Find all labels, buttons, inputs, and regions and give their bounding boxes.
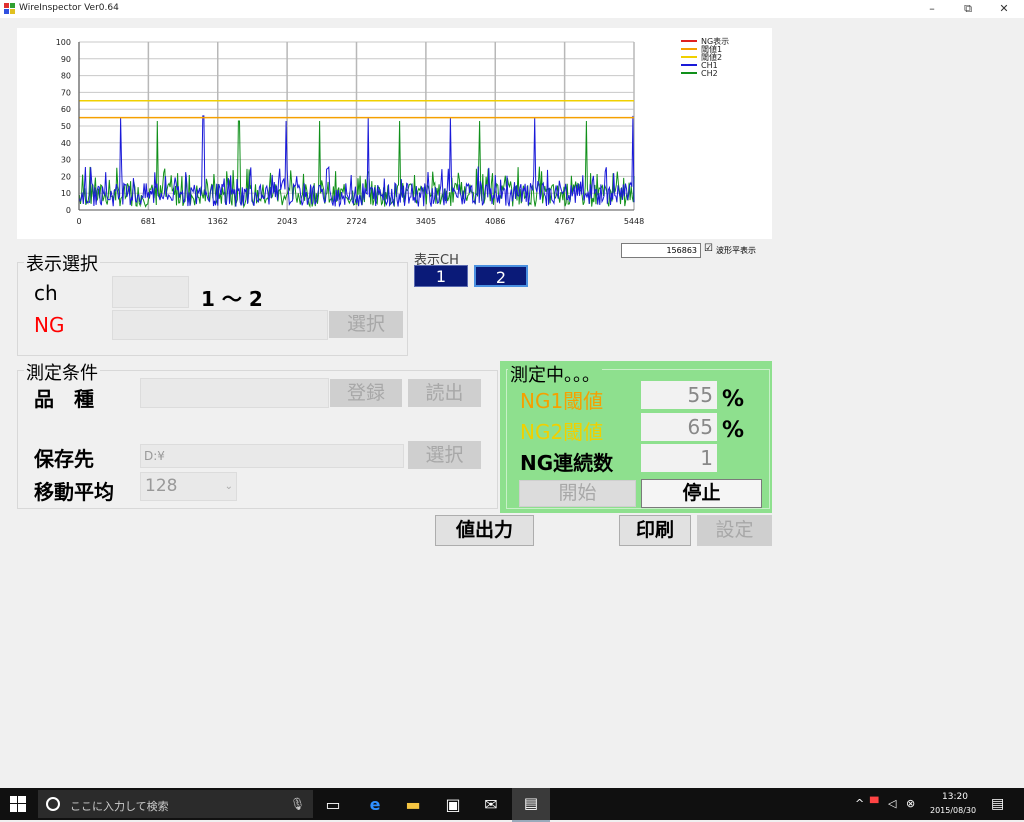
y-tick-label: 90 (61, 55, 71, 64)
product-label: 品 種 (34, 387, 94, 411)
display-select-title: 表示選択 (24, 250, 100, 276)
x-tick-label: 1362 (208, 217, 228, 226)
store-icon[interactable]: ▣ (442, 794, 464, 816)
ch-input[interactable] (112, 276, 189, 308)
start-button[interactable]: 開始 (519, 480, 636, 507)
y-tick-label: 40 (61, 139, 71, 148)
moving-average-label: 移動平均 (34, 480, 114, 504)
ch2-toggle-button[interactable]: 2 (474, 265, 528, 287)
ng-input[interactable] (112, 310, 328, 340)
minimize-button[interactable]: – (914, 0, 950, 18)
ng1-threshold-label: NG1閾値 (520, 389, 604, 413)
y-tick-label: 0 (66, 206, 71, 215)
waveform-checkbox-label: 波形平表示 (716, 246, 756, 255)
ng1-threshold-input[interactable]: 55 (641, 381, 717, 409)
taskbar-time[interactable]: 13:20 (942, 792, 968, 802)
ng1-unit: % (722, 387, 745, 412)
mail-icon[interactable]: ✉ (480, 794, 502, 816)
windows-start-icon[interactable] (10, 796, 26, 812)
ng2-threshold-label: NG2閾値 (520, 420, 604, 444)
x-tick-label: 2043 (277, 217, 297, 226)
save-path-input[interactable]: D:¥ (140, 444, 404, 468)
y-tick-label: 30 (61, 156, 71, 165)
stop-button[interactable]: 停止 (641, 479, 762, 508)
edge-browser-icon[interactable]: e (364, 794, 386, 816)
ng-label: NG (34, 313, 65, 337)
tray-volume-icon[interactable]: ◁ (888, 797, 896, 810)
y-tick-label: 60 (61, 105, 71, 114)
x-tick-label: 5448 (624, 217, 644, 226)
maximize-button[interactable]: ⧉ (950, 0, 986, 18)
y-tick-label: 20 (61, 172, 71, 181)
measure-conditions-title: 測定条件 (24, 359, 100, 385)
save-path-select-button[interactable]: 選択 (408, 441, 481, 469)
measuring-panel: 測定中。。。 NG1閾値 55 % NG2閾値 65 % NG連続数 1 開始 … (500, 361, 772, 513)
value-output-button[interactable]: 値出力 (435, 515, 534, 546)
task-view-icon[interactable]: ▭ (322, 794, 344, 816)
measuring-title: 測定中。。。 (508, 361, 602, 387)
x-tick-label: 3405 (416, 217, 436, 226)
title-bar: WireInspector Ver0.64 – ⧉ ✕ (0, 0, 1024, 18)
ng-consecutive-input[interactable]: 1 (641, 444, 717, 472)
ng-select-button[interactable]: 選択 (329, 311, 403, 338)
tray-chevron-icon[interactable]: ^ (855, 797, 864, 810)
y-tick-label: 70 (61, 88, 71, 97)
ng2-unit: % (722, 418, 745, 443)
microphone-icon: 🎙 (290, 797, 306, 811)
wireinspector-app-icon: ▤ (523, 794, 539, 812)
x-tick-label: 681 (141, 217, 156, 226)
cortana-icon (46, 797, 60, 811)
register-button[interactable]: 登録 (330, 379, 402, 407)
tray-network-icon[interactable]: ▀ (870, 797, 878, 810)
app-icon (4, 3, 15, 14)
y-tick-label: 100 (56, 38, 71, 47)
y-tick-label: 50 (61, 122, 71, 131)
taskbar-active-app[interactable]: ▤ (512, 788, 550, 822)
save-path-label: 保存先 (34, 447, 94, 471)
taskbar-search-placeholder: ここに入力して検索 (70, 800, 169, 813)
waveform-checkbox[interactable]: ☑ (704, 243, 713, 254)
load-button[interactable]: 読出 (408, 379, 481, 407)
print-button[interactable]: 印刷 (619, 515, 691, 546)
ch-range: 1 ～ 2 (201, 287, 263, 311)
product-input[interactable] (140, 378, 329, 408)
x-tick-label: 0 (76, 217, 81, 226)
ng2-threshold-input[interactable]: 65 (641, 413, 717, 441)
y-tick-label: 80 (61, 72, 71, 81)
y-tick-label: 10 (61, 189, 71, 198)
ch1-toggle-button[interactable]: 1 (414, 265, 468, 287)
waveform-chart: 100 90 80 70 60 50 40 30 20 10 0 0 681 1362 2043 2724 34… (17, 28, 772, 239)
chevron-down-icon: ⌄ (224, 481, 233, 492)
sample-count-field[interactable]: 156863 (621, 243, 701, 258)
ng-consecutive-label: NG連続数 (520, 451, 614, 475)
x-tick-label: 4767 (554, 217, 574, 226)
legend-label: CH2 (701, 69, 718, 78)
chart-svg: 10090807060504030201000 681 1362 2043 2724 34… (56, 36, 729, 226)
x-tick-label: 2724 (346, 217, 366, 226)
moving-average-select[interactable]: 128 ⌄ (140, 472, 237, 501)
x-tick-label: 4086 (485, 217, 505, 226)
close-button[interactable]: ✕ (986, 0, 1022, 18)
taskbar-date[interactable]: 2015/08/30 (930, 806, 976, 815)
window-title: WireInspector Ver0.64 (19, 3, 119, 13)
tray-status-icon[interactable]: ⊗ (906, 797, 915, 810)
settings-button[interactable]: 設定 (697, 515, 772, 546)
ch-label: ch (34, 281, 58, 305)
moving-average-value: 128 (145, 476, 178, 496)
file-explorer-icon[interactable]: ▬ (402, 794, 424, 816)
action-center-icon[interactable]: ▤ (991, 796, 1004, 812)
